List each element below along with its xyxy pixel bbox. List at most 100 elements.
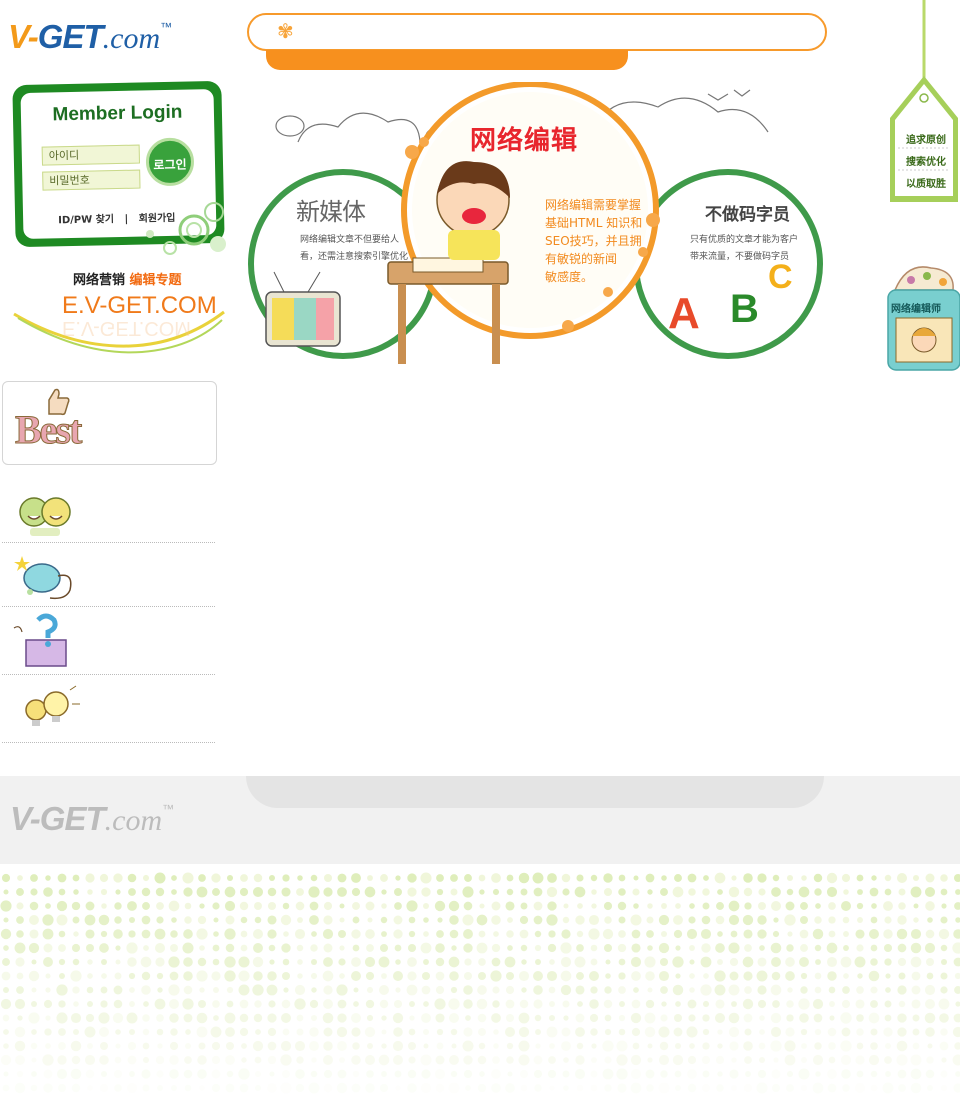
background-dot bbox=[239, 1027, 249, 1037]
background-dot bbox=[787, 987, 793, 993]
background-dot bbox=[770, 984, 782, 996]
background-dot bbox=[675, 903, 681, 909]
background-dot bbox=[168, 998, 180, 1010]
background-dot bbox=[421, 1069, 431, 1079]
background-dot bbox=[436, 1042, 444, 1050]
background-dot bbox=[897, 1013, 907, 1023]
background-dot bbox=[463, 901, 473, 911]
background-dot bbox=[492, 1056, 500, 1064]
banner-right-title[interactable]: 不做码字员 bbox=[705, 200, 790, 225]
background-dot bbox=[99, 1041, 109, 1051]
background-dot bbox=[672, 984, 684, 996]
background-dot bbox=[842, 986, 850, 994]
find-id-pw-link[interactable]: ID/PW 찾기 bbox=[58, 214, 114, 226]
background-dot bbox=[422, 902, 430, 910]
background-dot bbox=[519, 915, 529, 925]
background-dot bbox=[854, 1082, 866, 1094]
background-dot bbox=[16, 972, 24, 980]
side-item-question[interactable] bbox=[2, 606, 215, 675]
marketing-heading[interactable]: 网络营销 编辑专题 bbox=[73, 269, 182, 288]
background-dot bbox=[183, 1013, 193, 1023]
background-dot bbox=[506, 874, 514, 882]
background-dot bbox=[170, 1028, 178, 1036]
background-dot bbox=[604, 916, 612, 924]
background-dot bbox=[757, 1069, 767, 1079]
background-dot bbox=[463, 999, 473, 1009]
background-dot bbox=[589, 999, 599, 1009]
background-dot bbox=[339, 917, 345, 923]
background-dot bbox=[826, 956, 838, 968]
background-dot bbox=[924, 942, 936, 954]
background-dot bbox=[157, 1085, 163, 1091]
background-dot bbox=[225, 1083, 235, 1093]
side-item-ideas[interactable] bbox=[2, 674, 215, 743]
background-dot bbox=[407, 873, 417, 883]
background-dot bbox=[533, 1055, 543, 1065]
background-dot bbox=[225, 1027, 235, 1037]
footer-logo-v: V- bbox=[10, 800, 41, 837]
side-item-friends[interactable] bbox=[2, 478, 215, 543]
background-dot bbox=[29, 915, 39, 925]
search-input[interactable] bbox=[309, 21, 803, 43]
background-dot bbox=[3, 889, 9, 895]
banner-left-title[interactable]: 新媒体 bbox=[296, 192, 366, 227]
background-dot bbox=[534, 930, 542, 938]
background-dot bbox=[533, 901, 543, 911]
background-dot bbox=[267, 929, 277, 939]
background-dot bbox=[409, 1001, 415, 1007]
background-dot bbox=[238, 1068, 250, 1080]
background-dot bbox=[477, 1013, 487, 1023]
background-dot bbox=[478, 1028, 486, 1036]
password-field[interactable]: 비밀번호 bbox=[42, 169, 141, 191]
background-dot bbox=[31, 1071, 37, 1077]
background-dot bbox=[604, 1014, 612, 1022]
tag-keyword[interactable]: 搜索优化 bbox=[906, 152, 946, 174]
background-dot bbox=[659, 1041, 669, 1051]
background-dot bbox=[630, 914, 642, 926]
background-dot bbox=[238, 984, 250, 996]
background-dot bbox=[661, 1001, 667, 1007]
flower-search-icon[interactable]: ✾ bbox=[277, 21, 294, 41]
background-dot bbox=[87, 1085, 93, 1091]
background-dot bbox=[423, 917, 429, 923]
best-box[interactable]: Best bbox=[2, 381, 217, 465]
id-field[interactable]: 아이디 bbox=[41, 144, 140, 166]
side-item-mouse[interactable] bbox=[2, 542, 215, 607]
background-dot bbox=[239, 901, 249, 911]
tag-keyword[interactable]: 追求原创 bbox=[906, 130, 946, 152]
background-dot bbox=[366, 944, 374, 952]
background-dot bbox=[408, 930, 416, 938]
background-dot bbox=[883, 1027, 893, 1037]
background-dot bbox=[521, 959, 527, 965]
background-dot bbox=[940, 986, 948, 994]
background-dot bbox=[560, 942, 572, 954]
background-dot bbox=[381, 1029, 387, 1035]
background-dot bbox=[463, 985, 473, 995]
background-dot bbox=[913, 903, 919, 909]
background-dot bbox=[786, 1070, 794, 1078]
tag-keyword[interactable]: 以质取胜 bbox=[906, 174, 946, 196]
background-dot bbox=[941, 903, 947, 909]
banner-center-title[interactable]: 网络编辑 bbox=[470, 120, 578, 157]
background-dot bbox=[395, 959, 401, 965]
background-dot bbox=[646, 1084, 654, 1092]
background-dot bbox=[463, 1069, 473, 1079]
background-dot bbox=[577, 1001, 583, 1007]
background-dot bbox=[714, 1012, 726, 1024]
site-logo[interactable]: V-GET.com™ bbox=[8, 18, 223, 58]
background-dot bbox=[562, 888, 570, 896]
background-dot bbox=[142, 902, 150, 910]
background-dot bbox=[647, 1057, 653, 1063]
background-dot bbox=[294, 998, 306, 1010]
background-dot bbox=[310, 1014, 318, 1022]
background-dot bbox=[408, 1028, 416, 1036]
background-dot bbox=[826, 886, 838, 898]
background-dot bbox=[870, 916, 878, 924]
background-dot bbox=[884, 1056, 892, 1064]
background-dot bbox=[913, 917, 919, 923]
background-dot bbox=[185, 1043, 191, 1049]
background-dot bbox=[871, 875, 877, 881]
login-button[interactable]: 로그인 bbox=[145, 137, 195, 187]
background-dot bbox=[674, 874, 682, 882]
background-dot bbox=[126, 1012, 138, 1024]
